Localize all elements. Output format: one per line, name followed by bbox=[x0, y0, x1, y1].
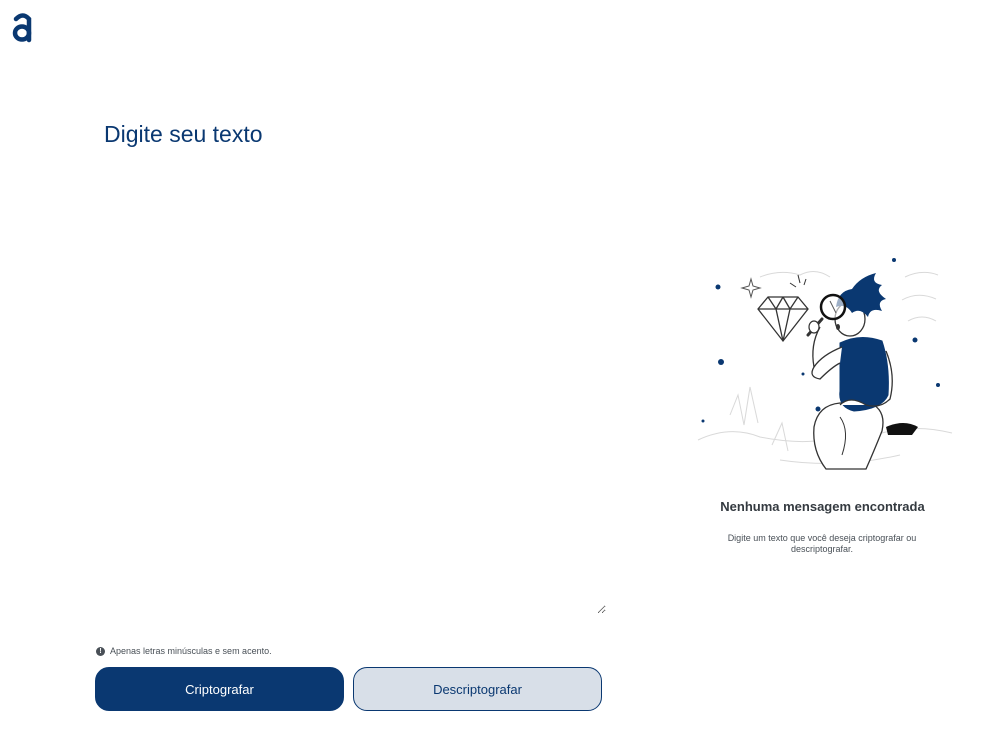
app-page: ! Apenas letras minúsculas e sem acento.… bbox=[0, 0, 1006, 752]
person-with-magnifying-glass-illustration bbox=[697, 258, 953, 470]
encrypt-button[interactable]: Criptografar bbox=[95, 667, 344, 711]
no-message-description: Digite um texto que você deseja criptogr… bbox=[727, 533, 917, 554]
alura-logo-icon bbox=[12, 13, 32, 43]
decrypt-button[interactable]: Descriptografar bbox=[353, 667, 602, 711]
message-input[interactable] bbox=[104, 118, 606, 614]
info-icon: ! bbox=[96, 646, 105, 656]
output-panel: Nenhuma mensagem encontrada Digite um te… bbox=[690, 255, 955, 565]
no-message-title: Nenhuma mensagem encontrada bbox=[720, 499, 925, 514]
hint-text: Apenas letras minúsculas e sem acento. bbox=[110, 646, 272, 656]
input-hint: ! Apenas letras minúsculas e sem acento. bbox=[96, 646, 272, 656]
